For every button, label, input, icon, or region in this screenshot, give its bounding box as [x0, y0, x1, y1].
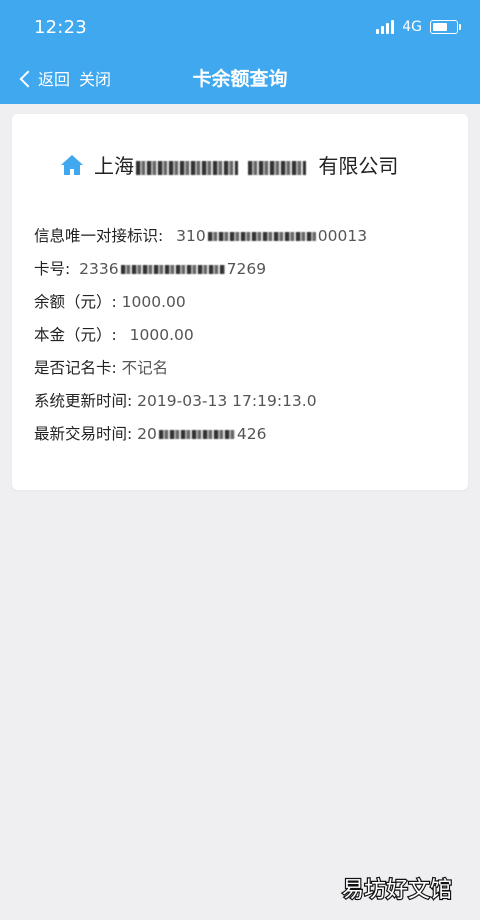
redacted-text — [158, 430, 235, 439]
status-indicators: 4G — [376, 19, 461, 35]
page-title: 卡余额查询 — [192, 68, 288, 90]
info-row-balance: 余额（元）: 1000.00 — [34, 293, 186, 311]
redacted-text — [207, 232, 316, 241]
info-row-card-number: 卡号: 2336 7269 — [34, 260, 267, 278]
screen: 12:23 4G 返回 关闭 卡余额查询 上海 有限公司 信息唯一对接标识: 3… — [0, 0, 480, 920]
info-row-principal: 本金（元）: 1000.00 — [34, 326, 194, 344]
header: 12:23 4G 返回 关闭 卡余额查询 — [0, 0, 480, 104]
company-name: 上海 有限公司 — [94, 154, 399, 178]
redacted-text — [136, 160, 238, 175]
watermark-text: 易坊好文馆 — [342, 878, 452, 903]
home-icon — [61, 154, 83, 175]
info-list: 信息唯一对接标识: 310 00013 卡号: 2336 7269 余额（元）: 1… — [34, 220, 448, 451]
company-header: 上海 有限公司 — [60, 150, 398, 179]
battery-icon — [430, 20, 461, 34]
info-row-update-time: 系统更新时间: 2019-03-13 17:19:13.0 — [34, 392, 317, 410]
status-bar: 12:23 4G — [0, 0, 480, 56]
info-row-last-transaction: 最新交易时间: 20 426 — [34, 425, 267, 443]
redacted-text — [248, 160, 306, 175]
signal-icon — [376, 20, 395, 34]
navigation-bar: 返回 关闭 卡余额查询 — [0, 56, 480, 100]
network-type: 4G — [402, 19, 422, 35]
info-row-id: 信息唯一对接标识: 310 00013 — [34, 227, 368, 245]
redacted-text — [120, 265, 225, 274]
status-time: 12:23 — [34, 17, 87, 38]
info-row-registered: 是否记名卡: 不记名 — [34, 359, 169, 377]
balance-card: 上海 有限公司 信息唯一对接标识: 310 00013 卡号: 2336 7269 … — [12, 114, 468, 490]
